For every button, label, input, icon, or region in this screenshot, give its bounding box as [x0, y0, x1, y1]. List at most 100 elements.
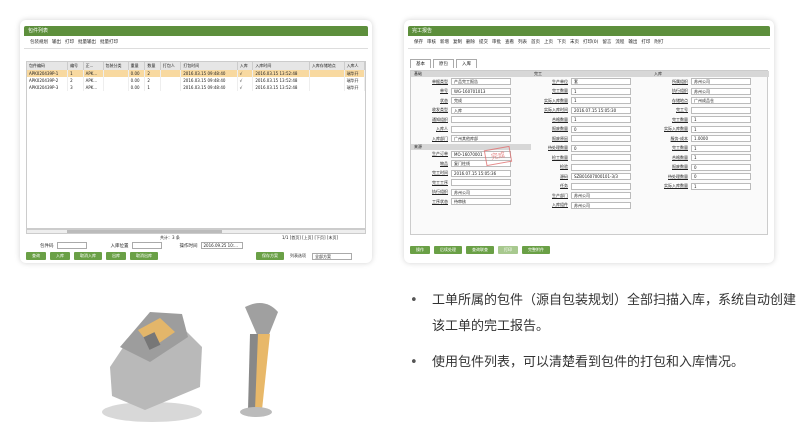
menu-item[interactable]: 提交 [479, 39, 488, 45]
horizontal-scrollbar[interactable] [26, 229, 366, 234]
column-header[interactable]: 包装分类 [103, 62, 129, 70]
field-value[interactable]: 苏州公司 [571, 192, 631, 200]
menu-item[interactable]: 上页 [544, 39, 553, 45]
field-value[interactable]: 1 [691, 144, 751, 152]
menu-item[interactable]: 保存 [414, 39, 423, 45]
field-value[interactable]: 苏州公司 [691, 78, 751, 86]
field-value[interactable]: 0 [571, 125, 631, 133]
field-value[interactable]: SZB01607000101-3/3 [571, 173, 631, 181]
table-cell: 2016.03.15 09:48:40 [180, 84, 238, 91]
menu-item[interactable]: 打印 [641, 39, 650, 45]
bottom-button[interactable]: 后续处理 [434, 246, 462, 254]
menu-item[interactable]: 删除 [466, 39, 475, 45]
field-value[interactable]: 1 [571, 116, 631, 124]
menu-item[interactable]: 批量输出 [78, 39, 96, 45]
field-value[interactable] [691, 106, 751, 114]
field-value[interactable]: 苏州公司 [571, 201, 631, 209]
field-value[interactable] [571, 154, 631, 162]
menu-item[interactable]: 批量打印 [100, 39, 118, 45]
field-value[interactable] [571, 135, 631, 143]
menu-item[interactable]: 打印(0) [583, 39, 598, 45]
field-value[interactable] [451, 125, 511, 133]
menu-item[interactable]: 包装规划 [30, 39, 48, 45]
column-header[interactable]: 入库时间 [252, 62, 310, 70]
menu-item[interactable]: 流程 [615, 39, 624, 45]
table-row[interactable]: APK020439P-1 1 APK... 0.00 2 2016.03.15 09:48… [27, 70, 365, 77]
column-header[interactable]: 正... [83, 62, 104, 70]
field-value[interactable]: 待审核 [451, 198, 511, 206]
field-value[interactable]: 1 [691, 116, 751, 124]
bottom-button[interactable]: 打印 [498, 246, 518, 254]
field-value[interactable]: 1 [571, 87, 631, 95]
column-header[interactable]: 入库存储地点 [309, 62, 345, 70]
menu-item[interactable]: 列表 [518, 39, 527, 45]
field-value[interactable]: 2016.07.15 15:05:36 [451, 169, 511, 177]
field-value[interactable]: 1 [691, 154, 751, 162]
menu-item[interactable]: 末页 [570, 39, 579, 45]
tab[interactable]: 基本 [410, 59, 431, 68]
menu-item[interactable]: 下页 [557, 39, 566, 45]
scheme-select[interactable]: 全部方案 [312, 252, 352, 260]
field-value[interactable]: 广州成品仓 [691, 97, 751, 105]
field-value[interactable]: 0 [691, 163, 751, 171]
time-input[interactable]: 2016.09.25 10:... [200, 242, 243, 249]
field-value[interactable] [571, 182, 631, 190]
field-value[interactable]: 1 [571, 97, 631, 105]
menu-item[interactable]: 留言 [602, 39, 611, 45]
column-header[interactable]: 入库 [237, 62, 254, 70]
column-header[interactable]: 打包时间 [180, 62, 238, 70]
action-button[interactable]: 取消出库 [130, 252, 158, 260]
pager[interactable]: 1/1 [首页] [上页] [下页] [末页] [282, 235, 338, 241]
location-input[interactable] [131, 242, 162, 249]
save-scheme-button[interactable]: 保存方案 [256, 252, 284, 260]
menu-item[interactable]: 新增 [440, 39, 449, 45]
field-value[interactable]: 1 [691, 182, 751, 190]
column-header[interactable]: 包件编码 [27, 62, 69, 70]
field-value[interactable] [451, 179, 511, 187]
field-value[interactable]: 套 [571, 78, 631, 86]
field-value[interactable] [451, 116, 511, 124]
menu-item[interactable]: 打印 [65, 39, 74, 45]
column-header[interactable]: 编号 [67, 62, 84, 70]
action-button[interactable]: 取消入库 [74, 252, 102, 260]
field-value[interactable]: 2016.07.15 15:05:30 [571, 106, 631, 114]
table-row[interactable]: APK020439P-3 3 APK... 0.00 1 2016.03.15 09:48… [27, 84, 365, 91]
menu-item[interactable]: 首页 [531, 39, 540, 45]
field-value[interactable]: 1 [691, 125, 751, 133]
field-value[interactable]: WG-160701013 [451, 87, 511, 95]
action-button[interactable]: 出库 [106, 252, 126, 260]
menu-item[interactable]: 审批 [492, 39, 501, 45]
package-code-input[interactable] [56, 242, 87, 249]
field-value[interactable]: 0 [691, 173, 751, 181]
field-value[interactable]: 苏州公司 [451, 188, 511, 196]
field-value[interactable]: 广州其他库部 [451, 135, 511, 143]
field-value[interactable] [571, 163, 631, 171]
bottom-button[interactable]: 完整附件 [522, 246, 550, 254]
column-header[interactable]: 入库人 [344, 62, 365, 70]
field-value[interactable]: 1.0000 [691, 135, 751, 143]
menu-item[interactable]: 输出 [52, 39, 61, 45]
column-header[interactable]: 重量 [128, 62, 146, 70]
bottom-button[interactable]: 查询联查 [466, 246, 494, 254]
field-value[interactable]: 入库 [451, 106, 511, 114]
report-form: 基础 单据类型 产品完工报告 单号 WG-160701013 状态 完成 收发类型 入库 通知组… [410, 70, 769, 235]
column-header[interactable]: 数量 [144, 62, 161, 70]
menu-item[interactable]: 查看 [505, 39, 514, 45]
field-value[interactable]: 产品完工报告 [451, 78, 511, 86]
tab[interactable]: 入库 [456, 59, 477, 68]
action-button[interactable]: 入库 [50, 252, 70, 260]
menu-item[interactable]: 复制 [453, 39, 462, 45]
table-row[interactable]: APK020439P-2 2 APK... 0.00 2 2016.03.15 09:48… [27, 77, 365, 84]
field-label: 待处理数量 [668, 173, 688, 179]
field-value[interactable]: 苏州公司 [691, 87, 751, 95]
bottom-button[interactable]: 操作 [410, 246, 430, 254]
menu-item[interactable]: 输出 [628, 39, 637, 45]
menu-item[interactable]: 附打 [654, 39, 663, 45]
column-header[interactable]: 打包人 [160, 62, 182, 70]
tab[interactable]: 原包 [433, 59, 454, 68]
field-value[interactable]: 完成 [451, 97, 511, 105]
action-button[interactable]: 查询 [26, 252, 46, 260]
menu-item[interactable]: 审核 [427, 39, 436, 45]
field-value[interactable]: 0 [571, 144, 631, 152]
field-label: 完工号 [676, 107, 688, 113]
